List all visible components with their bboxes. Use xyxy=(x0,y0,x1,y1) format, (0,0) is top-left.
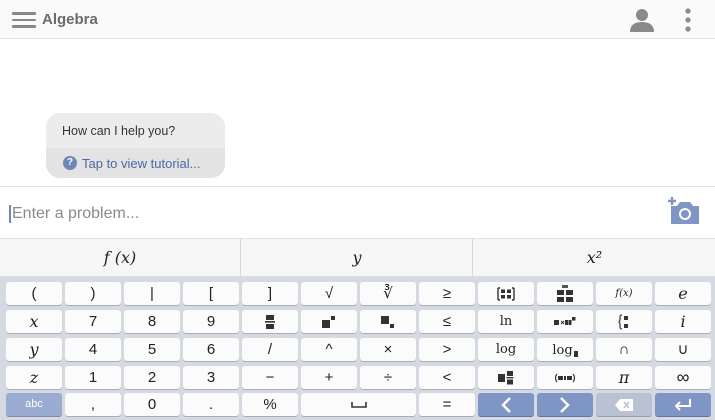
key-log[interactable]: log xyxy=(478,338,534,361)
base-placeholder-icon xyxy=(573,351,578,357)
tab-variables[interactable]: y xyxy=(242,239,473,277)
key-x[interactable]: x xyxy=(6,310,62,333)
key-imaginary[interactable]: i xyxy=(655,310,711,333)
keyboard-tabs: f (x) y x² xyxy=(0,239,715,277)
scientific-notation-icon[interactable] xyxy=(537,310,593,333)
space-icon[interactable] xyxy=(301,393,416,416)
camera-icon[interactable] xyxy=(667,196,701,226)
text-caret xyxy=(9,205,11,223)
key-equals[interactable]: = xyxy=(419,393,475,416)
fraction-icon[interactable] xyxy=(242,310,298,333)
key-5[interactable]: 5 xyxy=(124,338,180,361)
key-close-bracket[interactable]: ] xyxy=(242,282,298,305)
enter-icon[interactable] xyxy=(655,393,711,416)
page-title: Algebra xyxy=(42,11,98,28)
tutorial-link-button[interactable]: ? Tap to view tutorial... xyxy=(46,148,225,178)
tab-powers[interactable]: x² xyxy=(474,239,715,277)
log-base-label: log xyxy=(552,343,573,358)
tutorial-link[interactable]: Tap to view tutorial... xyxy=(82,156,201,171)
hamburger-menu-icon[interactable] xyxy=(12,11,36,29)
key-y[interactable]: y xyxy=(6,338,62,361)
key-log-base[interactable]: log xyxy=(537,338,593,361)
key-cube-root[interactable]: ∛ xyxy=(360,282,416,305)
assistant-message: How can I help you? xyxy=(62,124,176,138)
key-open-paren[interactable]: ( xyxy=(6,282,62,305)
message-area: How can I help you? xyxy=(46,113,225,148)
key-less-equal[interactable]: ≤ xyxy=(419,310,475,333)
key-greater-equal[interactable]: ≥ xyxy=(419,282,475,305)
math-keypad: ( ) | [ ] √ ∛ ≥ f(x) e x 7 8 9 ≤ ln i y … xyxy=(0,277,715,420)
key-z[interactable]: z xyxy=(6,366,62,389)
key-percent[interactable]: % xyxy=(242,393,298,416)
key-7[interactable]: 7 xyxy=(65,310,121,333)
key-abs[interactable]: | xyxy=(124,282,180,305)
key-8[interactable]: 8 xyxy=(124,310,180,333)
key-close-paren[interactable]: ) xyxy=(65,282,121,305)
key-2[interactable]: 2 xyxy=(124,366,180,389)
piecewise-icon[interactable] xyxy=(596,310,652,333)
key-euler[interactable]: e xyxy=(655,282,711,305)
key-9[interactable]: 9 xyxy=(183,310,239,333)
key-minus[interactable]: − xyxy=(242,366,298,389)
app-header: Algebra xyxy=(0,0,715,39)
key-sqrt[interactable]: √ xyxy=(301,282,357,305)
key-union[interactable]: ∪ xyxy=(655,338,711,361)
assistant-message-bubble: How can I help you? ? Tap to view tutori… xyxy=(46,113,225,178)
interval-icon[interactable] xyxy=(537,366,593,389)
help-icon: ? xyxy=(63,156,77,170)
key-plus[interactable]: + xyxy=(301,366,357,389)
problem-input[interactable] xyxy=(12,200,652,228)
key-6[interactable]: 6 xyxy=(183,338,239,361)
key-slash[interactable]: / xyxy=(242,338,298,361)
key-comma[interactable]: , xyxy=(65,393,121,416)
key-caret[interactable]: ^ xyxy=(301,338,357,361)
backspace-icon[interactable] xyxy=(596,393,652,416)
key-4[interactable]: 4 xyxy=(65,338,121,361)
arrow-left-icon[interactable] xyxy=(478,393,534,416)
key-ln[interactable]: ln xyxy=(478,310,534,333)
key-period[interactable]: . xyxy=(183,393,239,416)
matrix-determinant-icon[interactable] xyxy=(537,282,593,305)
key-divide[interactable]: ÷ xyxy=(360,366,416,389)
account-icon[interactable] xyxy=(628,7,656,33)
key-1[interactable]: 1 xyxy=(65,366,121,389)
mixed-number-icon[interactable] xyxy=(478,366,534,389)
key-pi[interactable]: π xyxy=(596,366,652,389)
key-0[interactable]: 0 xyxy=(124,393,180,416)
key-greater[interactable]: > xyxy=(419,338,475,361)
key-open-bracket[interactable]: [ xyxy=(183,282,239,305)
key-infinity[interactable]: ∞ xyxy=(655,366,711,389)
key-function[interactable]: f(x) xyxy=(596,282,652,305)
key-intersection[interactable]: ∩ xyxy=(596,338,652,361)
key-less[interactable]: < xyxy=(419,366,475,389)
subscript-icon[interactable] xyxy=(360,310,416,333)
tab-functions[interactable]: f (x) xyxy=(0,239,241,277)
exponent-icon[interactable] xyxy=(301,310,357,333)
key-3[interactable]: 3 xyxy=(183,366,239,389)
matrix-icon[interactable] xyxy=(478,282,534,305)
key-abc[interactable]: abc xyxy=(6,393,62,416)
arrow-right-icon[interactable] xyxy=(537,393,593,416)
key-multiply[interactable]: × xyxy=(360,338,416,361)
more-vertical-icon[interactable] xyxy=(682,8,694,32)
